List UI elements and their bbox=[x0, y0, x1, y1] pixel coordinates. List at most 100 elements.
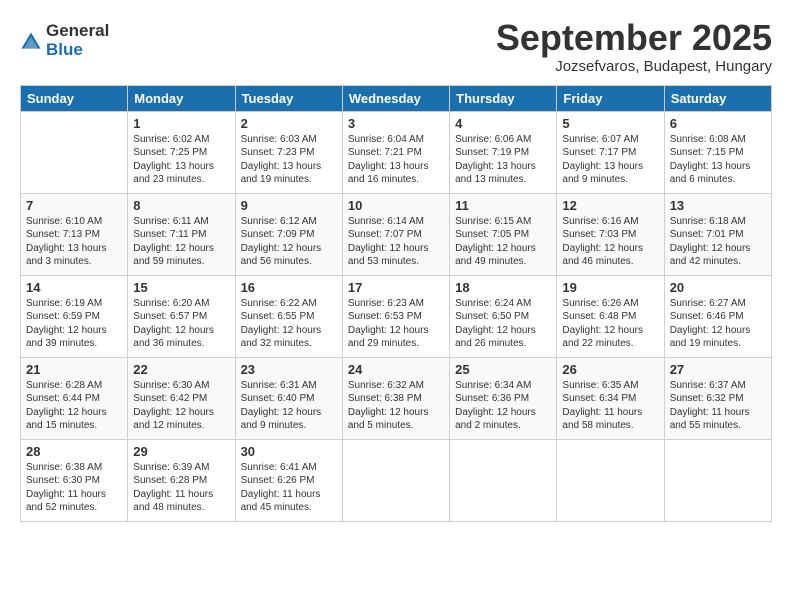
cell-data: Sunrise: 6:02 AMSunset: 7:25 PMDaylight:… bbox=[133, 133, 229, 187]
cell-data: Sunrise: 6:19 AMSunset: 6:59 PMDaylight:… bbox=[26, 297, 122, 351]
calendar-cell: 23Sunrise: 6:31 AMSunset: 6:40 PMDayligh… bbox=[235, 357, 342, 439]
calendar-cell: 7 Sunrise: 6:10 AMSunset: 7:13 PMDaylight… bbox=[21, 193, 128, 275]
calendar-cell: 28 Sunrise: 6:38 AMSunset: 6:30 PMDayligh… bbox=[21, 439, 128, 521]
calendar-cell: 5Sunrise: 6:07 AMSunset: 7:17 PMDaylight… bbox=[557, 111, 664, 193]
cell-data: Sunrise: 6:16 AMSunset: 7:03 PMDaylight:… bbox=[562, 215, 658, 269]
day-number: 12 bbox=[562, 198, 658, 213]
day-number: 16 bbox=[241, 280, 337, 295]
cell-data: Sunrise: 6:03 AMSunset: 7:23 PMDaylight:… bbox=[241, 133, 337, 187]
logo-icon bbox=[20, 31, 42, 53]
day-number: 21 bbox=[26, 362, 122, 377]
calendar-cell: 27Sunrise: 6:37 AMSunset: 6:32 PMDayligh… bbox=[664, 357, 771, 439]
cell-data: Sunrise: 6:28 AMSunset: 6:44 PMDaylight:… bbox=[26, 379, 122, 433]
cell-data: Sunrise: 6:32 AMSunset: 6:38 PMDaylight:… bbox=[348, 379, 444, 433]
col-wednesday: Wednesday bbox=[342, 85, 449, 111]
day-number: 20 bbox=[670, 280, 766, 295]
cell-data: Sunrise: 6:35 AMSunset: 6:34 PMDaylight:… bbox=[562, 379, 658, 433]
location: Jozsefvaros, Budapest, Hungary bbox=[496, 58, 772, 75]
calendar-cell: 30 Sunrise: 6:41 AMSunset: 6:26 PMDayligh… bbox=[235, 439, 342, 521]
cell-data: Sunrise: 6:39 AMSunset: 6:28 PMDaylight:… bbox=[133, 461, 229, 515]
day-number: 8 bbox=[133, 198, 229, 213]
week-row-4: 28 Sunrise: 6:38 AMSunset: 6:30 PMDayligh… bbox=[21, 439, 772, 521]
cell-data: Sunrise: 6:41 AMSunset: 6:26 PMDaylight:… bbox=[241, 461, 337, 515]
day-number: 6 bbox=[670, 116, 766, 131]
cell-data: Sunrise: 6:11 AMSunset: 7:11 PMDaylight:… bbox=[133, 215, 229, 269]
calendar-cell: 16 Sunrise: 6:22 AMSunset: 6:55 PMDayligh… bbox=[235, 275, 342, 357]
day-number: 27 bbox=[670, 362, 766, 377]
calendar-cell bbox=[557, 439, 664, 521]
cell-data: Sunrise: 6:31 AMSunset: 6:40 PMDaylight:… bbox=[241, 379, 337, 433]
day-number: 18 bbox=[455, 280, 551, 295]
cell-data: Sunrise: 6:20 AMSunset: 6:57 PMDaylight:… bbox=[133, 297, 229, 351]
day-number: 4 bbox=[455, 116, 551, 131]
day-number: 15 bbox=[133, 280, 229, 295]
calendar-cell bbox=[342, 439, 449, 521]
day-number: 26 bbox=[562, 362, 658, 377]
calendar-cell bbox=[21, 111, 128, 193]
day-number: 25 bbox=[455, 362, 551, 377]
cell-data: Sunrise: 6:27 AMSunset: 6:46 PMDaylight:… bbox=[670, 297, 766, 351]
cell-data: Sunrise: 6:24 AMSunset: 6:50 PMDaylight:… bbox=[455, 297, 551, 351]
cell-data: Sunrise: 6:04 AMSunset: 7:21 PMDaylight:… bbox=[348, 133, 444, 187]
cell-data: Sunrise: 6:22 AMSunset: 6:55 PMDaylight:… bbox=[241, 297, 337, 351]
cell-data: Sunrise: 6:08 AMSunset: 7:15 PMDaylight:… bbox=[670, 133, 766, 187]
calendar-cell: 12 Sunrise: 6:16 AMSunset: 7:03 PMDayligh… bbox=[557, 193, 664, 275]
day-number: 10 bbox=[348, 198, 444, 213]
day-number: 1 bbox=[133, 116, 229, 131]
col-saturday: Saturday bbox=[664, 85, 771, 111]
cell-data: Sunrise: 6:07 AMSunset: 7:17 PMDaylight:… bbox=[562, 133, 658, 187]
cell-data: Sunrise: 6:15 AMSunset: 7:05 PMDaylight:… bbox=[455, 215, 551, 269]
day-number: 9 bbox=[241, 198, 337, 213]
day-number: 22 bbox=[133, 362, 229, 377]
calendar-cell bbox=[450, 439, 557, 521]
cell-data: Sunrise: 6:38 AMSunset: 6:30 PMDaylight:… bbox=[26, 461, 122, 515]
cell-data: Sunrise: 6:26 AMSunset: 6:48 PMDaylight:… bbox=[562, 297, 658, 351]
day-number: 17 bbox=[348, 280, 444, 295]
calendar-cell: 10 Sunrise: 6:14 AMSunset: 7:07 PMDayligh… bbox=[342, 193, 449, 275]
calendar-cell: 11 Sunrise: 6:15 AMSunset: 7:05 PMDayligh… bbox=[450, 193, 557, 275]
cell-data: Sunrise: 6:34 AMSunset: 6:36 PMDaylight:… bbox=[455, 379, 551, 433]
calendar-page: General Blue September 2025 Jozsefvaros,… bbox=[0, 0, 792, 612]
day-number: 28 bbox=[26, 444, 122, 459]
cell-data: Sunrise: 6:06 AMSunset: 7:19 PMDaylight:… bbox=[455, 133, 551, 187]
cell-data: Sunrise: 6:23 AMSunset: 6:53 PMDaylight:… bbox=[348, 297, 444, 351]
week-row-1: 7 Sunrise: 6:10 AMSunset: 7:13 PMDaylight… bbox=[21, 193, 772, 275]
day-number: 7 bbox=[26, 198, 122, 213]
title-block: September 2025 Jozsefvaros, Budapest, Hu… bbox=[496, 18, 772, 75]
day-number: 14 bbox=[26, 280, 122, 295]
logo-blue: Blue bbox=[46, 41, 109, 60]
calendar-cell: 13Sunrise: 6:18 AMSunset: 7:01 PMDayligh… bbox=[664, 193, 771, 275]
calendar-cell: 29 Sunrise: 6:39 AMSunset: 6:28 PMDayligh… bbox=[128, 439, 235, 521]
calendar-cell: 26 Sunrise: 6:35 AMSunset: 6:34 PMDayligh… bbox=[557, 357, 664, 439]
logo-text: General Blue bbox=[46, 22, 109, 59]
cell-data: Sunrise: 6:10 AMSunset: 7:13 PMDaylight:… bbox=[26, 215, 122, 269]
cell-data: Sunrise: 6:12 AMSunset: 7:09 PMDaylight:… bbox=[241, 215, 337, 269]
col-sunday: Sunday bbox=[21, 85, 128, 111]
day-number: 24 bbox=[348, 362, 444, 377]
calendar-cell: 2 Sunrise: 6:03 AMSunset: 7:23 PMDaylight… bbox=[235, 111, 342, 193]
calendar-cell: 24 Sunrise: 6:32 AMSunset: 6:38 PMDayligh… bbox=[342, 357, 449, 439]
day-number: 30 bbox=[241, 444, 337, 459]
month-title: September 2025 bbox=[496, 18, 772, 58]
day-number: 29 bbox=[133, 444, 229, 459]
calendar-cell: 20 Sunrise: 6:27 AMSunset: 6:46 PMDayligh… bbox=[664, 275, 771, 357]
calendar-cell: 14 Sunrise: 6:19 AMSunset: 6:59 PMDayligh… bbox=[21, 275, 128, 357]
day-number: 11 bbox=[455, 198, 551, 213]
col-monday: Monday bbox=[128, 85, 235, 111]
calendar-cell: 3 Sunrise: 6:04 AMSunset: 7:21 PMDaylight… bbox=[342, 111, 449, 193]
calendar-cell: 8 Sunrise: 6:11 AMSunset: 7:11 PMDaylight… bbox=[128, 193, 235, 275]
calendar-cell: 18 Sunrise: 6:24 AMSunset: 6:50 PMDayligh… bbox=[450, 275, 557, 357]
calendar-cell: 1 Sunrise: 6:02 AMSunset: 7:25 PMDaylight… bbox=[128, 111, 235, 193]
calendar-cell: 15 Sunrise: 6:20 AMSunset: 6:57 PMDayligh… bbox=[128, 275, 235, 357]
calendar-cell: 4 Sunrise: 6:06 AMSunset: 7:19 PMDaylight… bbox=[450, 111, 557, 193]
cell-data: Sunrise: 6:30 AMSunset: 6:42 PMDaylight:… bbox=[133, 379, 229, 433]
day-number: 2 bbox=[241, 116, 337, 131]
logo-general: General bbox=[46, 22, 109, 41]
day-number: 3 bbox=[348, 116, 444, 131]
header-row: Sunday Monday Tuesday Wednesday Thursday… bbox=[21, 85, 772, 111]
week-row-2: 14 Sunrise: 6:19 AMSunset: 6:59 PMDayligh… bbox=[21, 275, 772, 357]
day-number: 13 bbox=[670, 198, 766, 213]
logo: General Blue bbox=[20, 22, 109, 59]
calendar-cell: 17 Sunrise: 6:23 AMSunset: 6:53 PMDayligh… bbox=[342, 275, 449, 357]
cell-data: Sunrise: 6:14 AMSunset: 7:07 PMDaylight:… bbox=[348, 215, 444, 269]
